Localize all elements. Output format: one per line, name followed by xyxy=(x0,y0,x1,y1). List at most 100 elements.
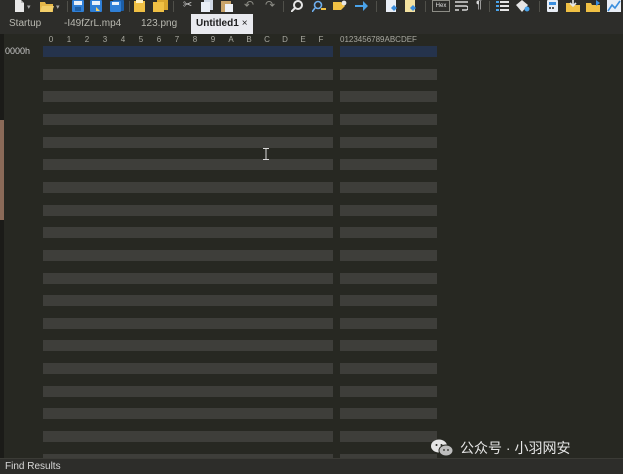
tab-bar: Startup -I49fZrL.mp4 123.png Untitled1 × xyxy=(0,14,623,34)
ascii-row[interactable] xyxy=(340,385,437,397)
hex-column-label: 3 xyxy=(102,35,108,44)
ascii-row[interactable] xyxy=(340,113,437,125)
hex-column-label: 5 xyxy=(138,35,144,44)
ascii-column-header: 0123456789ABCDEF xyxy=(340,35,417,44)
hex-column-label: 1 xyxy=(66,35,72,44)
pilcrow-icon[interactable]: ¶ xyxy=(476,0,482,12)
ascii-row[interactable] xyxy=(340,159,437,171)
ascii-row[interactable] xyxy=(340,136,437,148)
tab-label: -I49fZrL.mp4 xyxy=(64,18,122,29)
hex-row[interactable] xyxy=(43,113,333,125)
tab-label: Untitled1 xyxy=(196,18,239,29)
template-icon[interactable] xyxy=(405,0,418,12)
ascii-row[interactable] xyxy=(340,227,437,239)
hex-column-label: 2 xyxy=(84,35,90,44)
hex-row[interactable] xyxy=(43,204,333,216)
tab-label: 123.png xyxy=(141,18,178,29)
editor-empty-area[interactable] xyxy=(442,34,623,458)
hex-column-label: F xyxy=(318,35,324,44)
hex-row[interactable] xyxy=(43,91,333,103)
replace-icon[interactable] xyxy=(312,0,326,12)
hex-row[interactable] xyxy=(43,408,333,420)
main-toolbar: ▾ ▾ ✂ ↶ ↷ Hex ¶ xyxy=(0,0,623,14)
wrap-icon[interactable] xyxy=(455,0,468,12)
hex-column-label: C xyxy=(264,35,270,44)
hex-row[interactable] xyxy=(43,431,333,443)
ascii-row[interactable] xyxy=(340,295,437,307)
export-icon[interactable] xyxy=(586,0,600,12)
undo-icon[interactable]: ↶ xyxy=(244,0,254,12)
hex-row[interactable] xyxy=(43,249,333,261)
save-icon[interactable] xyxy=(72,0,84,12)
ascii-row[interactable] xyxy=(340,204,437,216)
tab-close-icon[interactable]: × xyxy=(242,18,248,29)
goto-icon[interactable] xyxy=(355,0,368,12)
hex-column-label: 6 xyxy=(156,35,162,44)
hex-column-label: 9 xyxy=(210,35,216,44)
hex-row[interactable] xyxy=(43,363,333,375)
ascii-row[interactable] xyxy=(340,408,437,420)
watermark-text: 公众号 · 小羽网安 xyxy=(460,440,571,456)
ascii-row[interactable] xyxy=(340,340,437,352)
hex-row[interactable] xyxy=(43,136,333,148)
find-results-panel[interactable]: Find Results xyxy=(0,458,623,474)
hex-column-label: 8 xyxy=(192,35,198,44)
list-icon[interactable] xyxy=(496,0,509,12)
ascii-row[interactable] xyxy=(340,272,437,284)
redo-icon[interactable]: ↷ xyxy=(265,0,275,12)
chart-icon[interactable] xyxy=(607,0,621,12)
ascii-row[interactable] xyxy=(340,249,437,261)
tab-png-file[interactable]: 123.png xyxy=(141,14,177,34)
text-cursor-icon xyxy=(263,147,269,160)
hex-row[interactable] xyxy=(43,340,333,352)
find-results-label: Find Results xyxy=(5,461,61,472)
find-next-icon[interactable] xyxy=(333,0,348,12)
hex-column-label: A xyxy=(228,35,234,44)
hex-row[interactable] xyxy=(43,159,333,171)
ascii-row-selected[interactable] xyxy=(340,46,437,57)
ascii-row[interactable] xyxy=(340,431,437,443)
close-icon[interactable] xyxy=(134,0,147,12)
hex-row[interactable] xyxy=(43,227,333,239)
hex-column-label: E xyxy=(300,35,306,44)
hex-row-selected[interactable] xyxy=(43,46,333,57)
hex-row[interactable] xyxy=(43,295,333,307)
import-icon[interactable] xyxy=(566,0,580,12)
hex-column-label: B xyxy=(246,35,252,44)
ascii-row[interactable] xyxy=(340,363,437,375)
ascii-row[interactable] xyxy=(340,181,437,193)
watermark: 公众号 · 小羽网安 xyxy=(430,437,615,459)
ascii-row[interactable] xyxy=(340,68,437,80)
save-as-icon[interactable] xyxy=(90,0,102,12)
close-all-icon[interactable] xyxy=(153,0,169,12)
calculator-icon[interactable] xyxy=(547,0,558,12)
wechat-logo-icon xyxy=(431,439,454,457)
hex-row[interactable] xyxy=(43,385,333,397)
hex-row[interactable] xyxy=(43,68,333,80)
ascii-row[interactable] xyxy=(340,317,437,329)
hex-column-label: D xyxy=(282,35,288,44)
row-offset-label: 0000h xyxy=(5,46,31,56)
new-file-icon[interactable] xyxy=(14,0,24,12)
hex-toggle-icon[interactable]: Hex xyxy=(432,0,450,12)
save-all-icon[interactable] xyxy=(110,0,124,12)
hex-row[interactable] xyxy=(43,272,333,284)
copy-icon[interactable] xyxy=(201,0,214,12)
hex-column-label: 0 xyxy=(48,35,54,44)
tab-startup[interactable]: Startup xyxy=(9,14,41,34)
tab-untitled1[interactable]: Untitled1 × xyxy=(191,14,253,34)
tab-mp4-file[interactable]: -I49fZrL.mp4 xyxy=(64,14,121,34)
cut-icon[interactable]: ✂ xyxy=(183,0,192,12)
hex-column-label: 4 xyxy=(120,35,126,44)
script-icon[interactable] xyxy=(386,0,399,12)
ascii-row[interactable] xyxy=(340,91,437,103)
hex-row[interactable] xyxy=(43,317,333,329)
hex-column-label: 7 xyxy=(174,35,180,44)
hex-row[interactable] xyxy=(43,181,333,193)
bookmark-icon[interactable] xyxy=(516,0,530,12)
open-icon[interactable] xyxy=(40,0,54,12)
find-icon[interactable] xyxy=(291,0,303,12)
tab-label: Startup xyxy=(9,18,42,29)
window-edge-strip xyxy=(0,0,4,473)
paste-icon[interactable] xyxy=(221,0,234,12)
